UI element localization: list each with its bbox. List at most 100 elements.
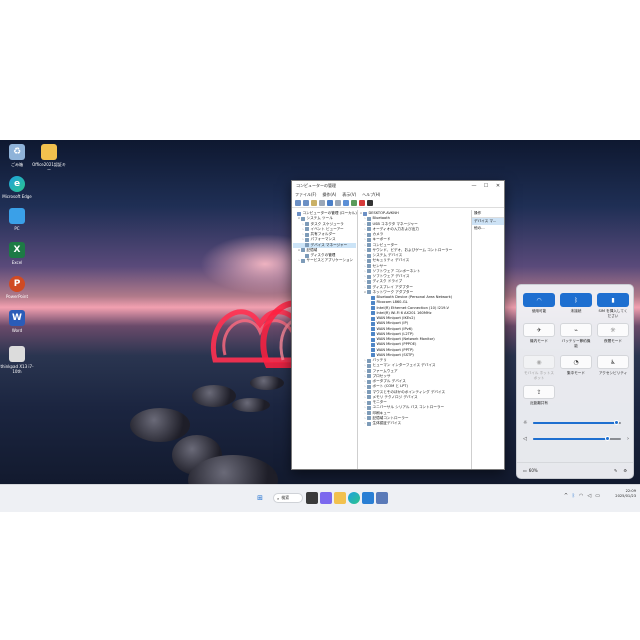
taskbar-search[interactable]: ⌕ 検索 xyxy=(273,493,303,503)
start-icon[interactable]: ⊞ xyxy=(254,492,266,504)
edit-icon[interactable]: ✎ xyxy=(614,468,617,473)
refresh-icon[interactable] xyxy=(335,200,341,206)
bluetooth-icon: ᛒ xyxy=(574,296,578,304)
device-icon xyxy=(367,274,371,279)
tree-item-label: 生体認証デバイス xyxy=(372,421,402,425)
device-icon xyxy=(367,363,371,368)
nearby-share-icon: ⇪ xyxy=(536,388,542,396)
desktop-icon-label: Office2021認証キー xyxy=(32,162,66,172)
actions-other[interactable]: 他の... xyxy=(472,225,504,232)
desktop-icon-folder[interactable]: Office2021認証キー xyxy=(32,144,66,172)
night-light-icon: ☼ xyxy=(610,326,616,334)
desktop: ♻ ごみ箱 Office2021認証キー e Microsoft Edge PC… xyxy=(0,140,640,512)
brightness-slider[interactable]: ☼ xyxy=(523,419,629,427)
edge-taskbar-icon[interactable] xyxy=(348,492,360,504)
airplane-toggle[interactable]: ✈ xyxy=(523,323,555,337)
slider-fill xyxy=(533,438,608,440)
audio-output-chevron-icon[interactable]: › xyxy=(621,436,629,442)
device-icon xyxy=(301,248,305,253)
chat-icon[interactable] xyxy=(320,492,332,504)
desktop-icon-edge[interactable]: e Microsoft Edge xyxy=(0,176,34,199)
actions-pane: 操作 デバイス マ... 他の... xyxy=(472,210,504,469)
menu-view[interactable]: 表示(V) xyxy=(342,192,356,198)
recycle-bin-icon: ♻ xyxy=(9,144,25,160)
maximize-button[interactable]: ☐ xyxy=(480,183,492,189)
forward-icon[interactable] xyxy=(303,200,309,206)
device-icon xyxy=(367,358,371,363)
desktop-icon-pc[interactable]: PC xyxy=(0,208,34,231)
hotspot-toggle: ◉ xyxy=(523,355,555,369)
device-icon xyxy=(305,243,309,248)
slider-thumb[interactable] xyxy=(614,420,620,425)
tree-item[interactable]: › サービスとアプリケーション xyxy=(293,258,356,263)
update-driver-icon[interactable] xyxy=(351,200,357,206)
bluetooth-toggle[interactable]: ᛒ xyxy=(560,293,592,307)
wifi-tray-icon[interactable]: ◠ xyxy=(579,493,583,499)
desktop-icon-laptop[interactable]: thinkpad X13 i7-10th xyxy=(0,346,34,374)
system-tray: ^ ᛒ ◠ ◁ ▭ xyxy=(564,493,600,499)
battery-tray-icon[interactable]: ▭ xyxy=(595,493,600,499)
actions-selected-item[interactable]: デバイス マ... xyxy=(472,218,504,225)
rock xyxy=(250,376,284,390)
window-titlebar[interactable]: コンピューターの管理 — ☐ ✕ xyxy=(292,181,504,191)
store-icon[interactable] xyxy=(362,492,374,504)
menu-file[interactable]: ファイル(F) xyxy=(295,192,316,198)
desktop-icon-excel[interactable]: X Excel xyxy=(0,242,34,265)
device-icon xyxy=(363,211,367,216)
device-icon xyxy=(367,369,371,374)
device-icon xyxy=(371,311,375,316)
quick-setting-label: 使用可能 xyxy=(531,309,547,313)
search-label: 検索 xyxy=(281,495,290,500)
scan-icon[interactable] xyxy=(343,200,349,206)
battery-saver-toggle[interactable]: ⌁ xyxy=(560,323,592,337)
desktop-icon-word[interactable]: W Word xyxy=(0,310,34,333)
slider-thumb[interactable] xyxy=(605,436,611,441)
cellular-toggle[interactable]: ▮ xyxy=(597,293,629,307)
night-light-toggle[interactable]: ☼ xyxy=(597,323,629,337)
quick-setting-label: 未接続 xyxy=(570,309,582,313)
focus-toggle[interactable]: ◔ xyxy=(560,355,592,369)
enable-icon[interactable] xyxy=(367,200,373,206)
quick-settings-footer: ▭ 60% ✎ ⚙ xyxy=(517,462,633,478)
minimize-button[interactable]: — xyxy=(468,183,480,189)
clock[interactable]: 22:09 2025/01/23 xyxy=(615,489,636,499)
accessibility-toggle[interactable]: ♿ xyxy=(597,355,629,369)
device-icon xyxy=(367,285,371,290)
wifi-toggle[interactable]: ◠ xyxy=(523,293,555,307)
bluetooth-tray-icon[interactable]: ᛒ xyxy=(572,493,575,499)
file-explorer-icon[interactable] xyxy=(334,492,346,504)
quick-setting-label: モバイル ホットスポット xyxy=(524,371,554,380)
computer-management-window[interactable]: コンピューターの管理 — ☐ ✕ ファイル(F) 操作(A) 表示(V) ヘルプ… xyxy=(291,180,505,470)
device-icon xyxy=(367,279,371,284)
menu-help[interactable]: ヘルプ(H) xyxy=(362,192,380,198)
tree-item-label: サービスとアプリケーション xyxy=(306,258,354,263)
device-icon xyxy=(371,348,375,353)
help-icon[interactable] xyxy=(327,200,333,206)
device-icon xyxy=(305,237,309,242)
device-icon xyxy=(367,379,371,384)
console-tree: コンピューターの管理 (ローカル) ∨ システム ツール › タスク スケジューラ › イベ… xyxy=(292,210,358,469)
device-icon xyxy=(297,211,301,216)
slider-track[interactable] xyxy=(533,436,621,441)
desktop-icon-recycle-bin[interactable]: ♻ ごみ箱 xyxy=(0,144,34,167)
chevron-up-icon[interactable]: ^ xyxy=(564,493,568,499)
nearby-share-toggle[interactable]: ⇪ xyxy=(523,385,555,399)
computer-management-taskbar-icon[interactable] xyxy=(376,492,388,504)
properties-icon[interactable] xyxy=(319,200,325,206)
device-icon xyxy=(301,216,305,221)
volume-slider[interactable]: ◁ › xyxy=(523,435,629,443)
back-icon[interactable] xyxy=(295,200,301,206)
device-icon xyxy=(367,395,371,400)
task-view-icon[interactable] xyxy=(306,492,318,504)
slider-track[interactable] xyxy=(533,420,621,425)
menu-action[interactable]: 操作(A) xyxy=(322,192,336,198)
settings-gear-icon[interactable]: ⚙ xyxy=(623,468,627,473)
volume-tray-icon[interactable]: ◁ xyxy=(587,493,591,499)
tree-item[interactable]: › 生体認証デバイス xyxy=(359,421,470,426)
device-icon xyxy=(371,353,375,358)
up-icon[interactable] xyxy=(311,200,317,206)
device-icon xyxy=(371,300,375,305)
uninstall-icon[interactable] xyxy=(359,200,365,206)
close-button[interactable]: ✕ xyxy=(492,183,504,189)
desktop-icon-powerpoint[interactable]: P PowerPoint xyxy=(0,276,34,299)
